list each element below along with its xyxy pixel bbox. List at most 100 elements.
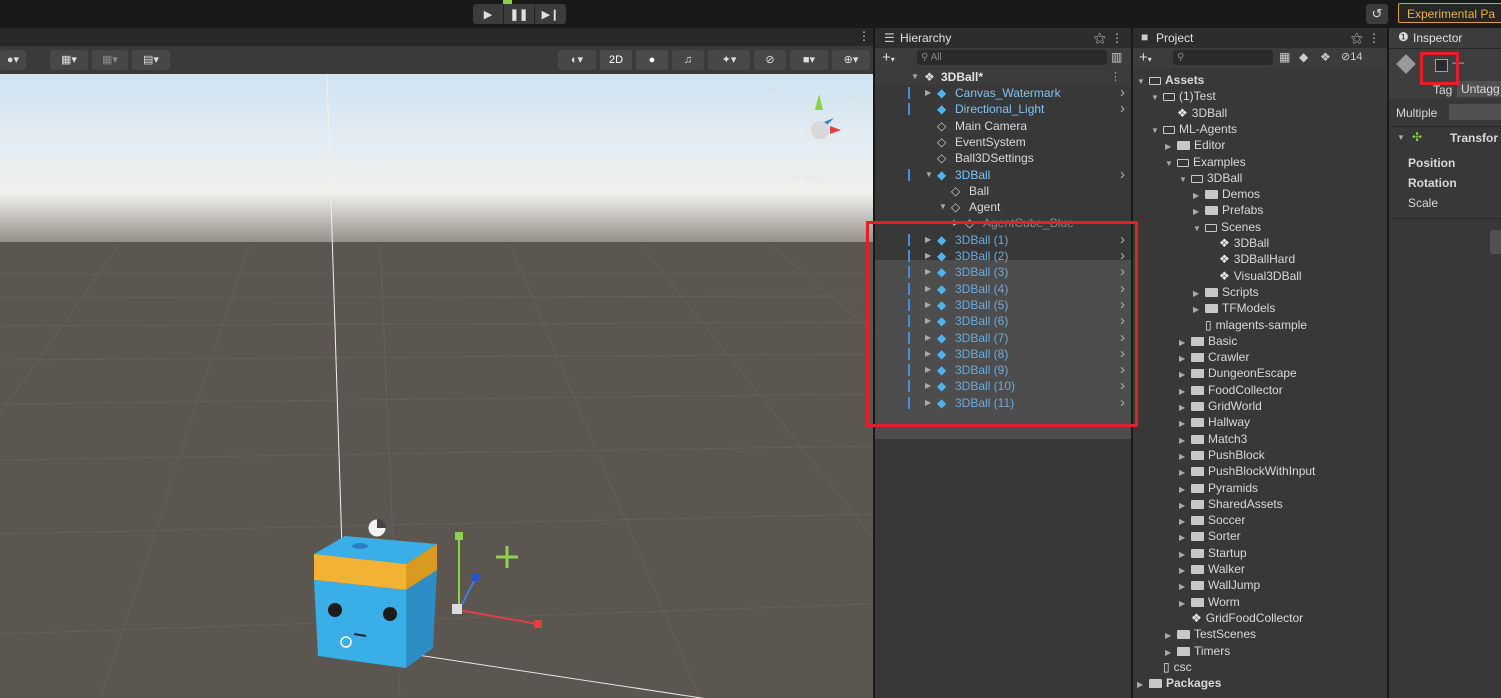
project-item[interactable]: ❖ 3DBall bbox=[1165, 105, 1227, 121]
project-tab[interactable]: ■ Project ⚝ ⋮ bbox=[1133, 28, 1387, 49]
project-item[interactable]: ▼ Assets bbox=[1137, 72, 1204, 88]
project-item[interactable]: ▼ (1)Test bbox=[1151, 88, 1216, 104]
projection-label[interactable]: <Persp bbox=[791, 173, 826, 185]
expand-arrow-icon[interactable]: ▼ bbox=[925, 167, 933, 183]
project-item[interactable]: ▶ TestScenes bbox=[1165, 626, 1256, 642]
lock-icon[interactable]: ⚝ bbox=[1351, 31, 1363, 46]
open-prefab-chevron-icon[interactable]: › bbox=[1120, 362, 1125, 378]
open-prefab-chevron-icon[interactable]: › bbox=[1120, 313, 1125, 329]
foldout-arrow-icon[interactable]: ▼ bbox=[1397, 133, 1405, 142]
open-prefab-chevron-icon[interactable]: › bbox=[1120, 296, 1125, 313]
hierarchy-item[interactable]: ▶ ◆ 3DBall (10) › bbox=[875, 378, 1131, 394]
add-component-button[interactable] bbox=[1490, 230, 1501, 254]
project-item[interactable]: ▶ Soccer bbox=[1179, 512, 1245, 528]
hierarchy-item[interactable]: ▶ ◆ 3DBall (6) › bbox=[875, 313, 1131, 329]
expand-arrow-icon[interactable]: ▶ bbox=[925, 313, 931, 329]
shading-mode-dropdown[interactable]: ◐▾ bbox=[558, 50, 596, 70]
orientation-gizmo[interactable]: ▲ bbox=[786, 88, 856, 168]
hierarchy-item[interactable]: ◇ Main Camera bbox=[875, 118, 1131, 134]
experimental-packages-button[interactable]: Experimental Pa bbox=[1398, 3, 1501, 23]
project-item[interactable]: ▶ GridWorld bbox=[1179, 398, 1262, 414]
open-prefab-chevron-icon[interactable]: › bbox=[1120, 166, 1125, 183]
audio-toggle[interactable]: ♫ bbox=[672, 50, 704, 70]
project-item[interactable]: ▶ Crawler bbox=[1179, 349, 1249, 365]
project-item[interactable]: ▶ DungeonEscape bbox=[1179, 365, 1297, 381]
project-item[interactable]: ▶ Packages bbox=[1137, 675, 1221, 691]
project-item[interactable]: ❖ 3DBallHard bbox=[1207, 251, 1295, 267]
project-item[interactable]: ▶ Hallway bbox=[1179, 414, 1250, 430]
open-prefab-chevron-icon[interactable]: › bbox=[1120, 329, 1125, 346]
project-item[interactable]: ▶ FoodCollector bbox=[1179, 382, 1283, 398]
hierarchy-item[interactable]: ▶ ◆ Canvas_Watermark › bbox=[875, 85, 1131, 101]
project-item[interactable]: ▶ TFModels bbox=[1193, 300, 1275, 316]
project-item[interactable]: ▼ Examples bbox=[1165, 154, 1246, 170]
expand-arrow-icon[interactable]: ▼ bbox=[1193, 221, 1205, 237]
hierarchy-item[interactable]: ◆ Directional_Light › bbox=[875, 101, 1131, 117]
expand-arrow-icon[interactable]: ▼ bbox=[1137, 74, 1149, 90]
agent-cube[interactable] bbox=[314, 536, 437, 668]
inspector-tab[interactable]: ❶ Inspector bbox=[1389, 28, 1501, 49]
project-item[interactable]: ▶ Worm bbox=[1179, 594, 1240, 610]
lighting-toggle[interactable]: ● bbox=[636, 50, 668, 70]
hierarchy-item[interactable]: ◇ EventSystem bbox=[875, 134, 1131, 150]
hierarchy-item[interactable]: ▼ ◆ 3DBall › bbox=[875, 166, 1131, 183]
project-item[interactable]: ▶ PushBlockWithInput bbox=[1179, 463, 1315, 479]
project-item[interactable]: ▼ ML-Agents bbox=[1151, 121, 1237, 137]
project-item[interactable]: ▶ SharedAssets bbox=[1179, 496, 1283, 512]
project-item[interactable]: ▶ WallJump bbox=[1179, 577, 1260, 593]
open-prefab-chevron-icon[interactable]: › bbox=[1120, 101, 1125, 117]
pause-button[interactable]: ❚❚ bbox=[504, 4, 535, 24]
project-item[interactable]: ▯ mlagents-sample bbox=[1193, 317, 1307, 333]
open-prefab-chevron-icon[interactable]: › bbox=[1120, 378, 1125, 394]
expand-arrow-icon[interactable]: ▼ bbox=[1165, 156, 1177, 172]
history-button[interactable]: ↺ bbox=[1366, 4, 1388, 24]
expand-arrow-icon[interactable]: ▶ bbox=[925, 264, 931, 280]
hierarchy-tab[interactable]: ☰ Hierarchy ⚝ ⋮ bbox=[875, 28, 1131, 49]
more-options-icon[interactable]: ⋮ bbox=[1368, 31, 1380, 45]
name-field[interactable]: — bbox=[1452, 55, 1464, 69]
project-item[interactable]: ▶ Timers bbox=[1165, 643, 1230, 659]
transform-header[interactable]: Transfor bbox=[1450, 131, 1498, 145]
project-item[interactable]: ▶ Startup bbox=[1179, 545, 1247, 561]
grid-snap-button[interactable]: ▦▾ bbox=[50, 50, 88, 70]
expand-arrow-icon[interactable]: ▼ bbox=[939, 199, 947, 215]
expand-arrow-icon[interactable]: ▼ bbox=[1179, 172, 1191, 188]
expand-arrow-icon[interactable]: ▶ bbox=[925, 248, 931, 264]
step-button[interactable]: ▶❙ bbox=[535, 4, 566, 24]
expand-arrow-icon[interactable]: ▶ bbox=[925, 362, 931, 378]
hierarchy-item[interactable]: ▶ ◆ 3DBall (3) › bbox=[875, 264, 1131, 280]
expand-arrow-icon[interactable]: ▶ bbox=[925, 395, 931, 411]
more-options-icon[interactable]: ⋮ bbox=[858, 29, 870, 43]
project-item[interactable]: ▶ Match3 bbox=[1179, 431, 1247, 447]
project-item[interactable]: ▶ Sorter bbox=[1179, 528, 1241, 544]
effects-dropdown[interactable]: ✦▾ bbox=[708, 50, 750, 70]
project-search-input[interactable]: ⚲ bbox=[1173, 50, 1273, 65]
expand-arrow-icon[interactable]: ▶ bbox=[925, 232, 931, 248]
project-item[interactable]: ▯ csc bbox=[1151, 659, 1192, 675]
expand-arrow-icon[interactable]: ▼ bbox=[1151, 90, 1163, 106]
open-prefab-chevron-icon[interactable]: › bbox=[1120, 264, 1125, 280]
hierarchy-item[interactable]: ▼ ◇ Agent bbox=[875, 199, 1131, 215]
grid-toggle-button[interactable]: ▦▾ bbox=[92, 50, 128, 70]
expand-arrow-icon[interactable]: ▶ bbox=[925, 330, 931, 346]
hierarchy-item[interactable]: ▶ ◆ 3DBall (1) › bbox=[875, 231, 1131, 248]
hierarchy-item[interactable]: ▶ ◆ 3DBall (5) › bbox=[875, 296, 1131, 313]
tag-dropdown[interactable]: Untagg bbox=[1457, 81, 1501, 97]
project-item[interactable]: ▼ Scenes bbox=[1193, 219, 1261, 235]
project-item[interactable]: ❖ GridFoodCollector bbox=[1179, 610, 1303, 626]
lock-icon[interactable]: ⚝ bbox=[1094, 31, 1106, 46]
expand-arrow-icon[interactable]: ▶ bbox=[925, 297, 931, 313]
project-item[interactable]: ▶ Scripts bbox=[1193, 284, 1259, 300]
expand-arrow-icon[interactable]: ▼ bbox=[1151, 123, 1163, 139]
project-item[interactable]: ▶ Basic bbox=[1179, 333, 1237, 349]
project-item[interactable]: ▶ PushBlock bbox=[1179, 447, 1265, 463]
add-object-button[interactable]: +▾ bbox=[882, 49, 895, 66]
hierarchy-root[interactable]: ▼ ❖ 3DBall* ⋮ bbox=[875, 69, 1131, 85]
project-item[interactable]: ❖ Visual3DBall bbox=[1207, 268, 1302, 284]
project-item[interactable]: ▶ Demos bbox=[1193, 186, 1260, 202]
project-item[interactable]: ▶ Prefabs bbox=[1193, 202, 1263, 218]
play-button[interactable]: ▶ bbox=[473, 4, 504, 24]
active-checkbox[interactable] bbox=[1435, 59, 1448, 72]
project-item[interactable]: ▼ 3DBall bbox=[1179, 170, 1242, 186]
expand-arrow-icon[interactable]: ▶ bbox=[925, 346, 931, 362]
